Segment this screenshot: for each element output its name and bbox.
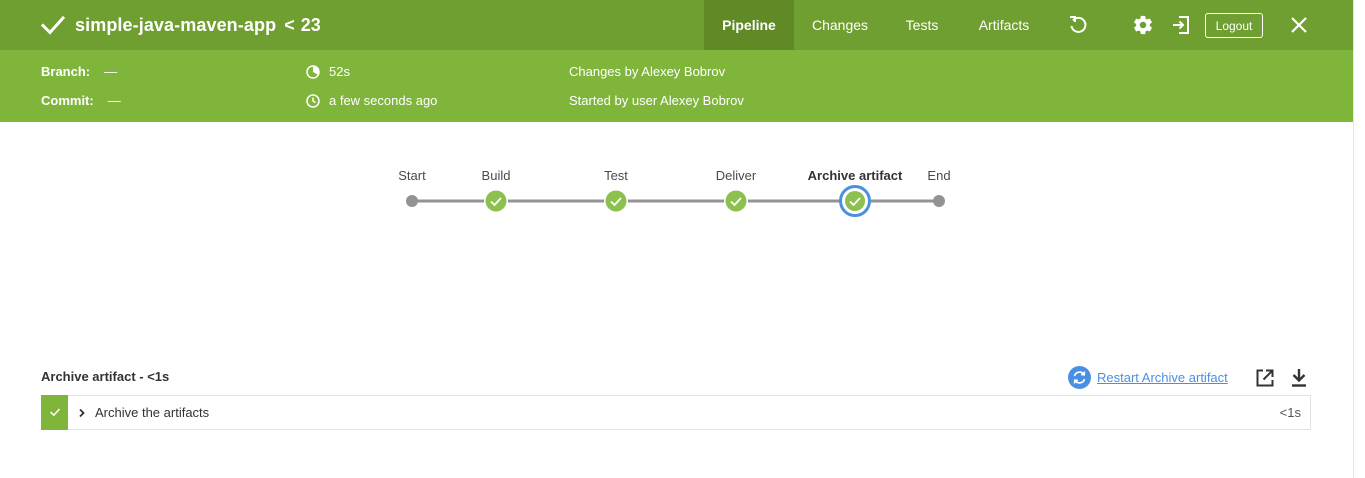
exit-classic-icon[interactable] (1169, 13, 1193, 37)
step-name: Archive the artifacts (95, 405, 210, 420)
restart-icon[interactable] (1068, 366, 1091, 389)
commit-label: Commit: (41, 93, 94, 108)
stage-label-end: End (927, 168, 951, 183)
download-icon[interactable] (1288, 367, 1310, 389)
pipeline-graph: Start Build Test Deliver Archive artifac… (0, 122, 1353, 262)
branch-label: Branch: (41, 64, 91, 79)
stage-label-deliver[interactable]: Deliver (716, 168, 756, 183)
stage-label-test[interactable]: Test (604, 168, 628, 183)
started-by-text: Started by user Alexey Bobrov (569, 93, 744, 108)
duration-icon (306, 64, 320, 79)
pipeline-name[interactable]: simple-java-maven-app (75, 15, 276, 36)
tab-pipeline[interactable]: Pipeline (704, 0, 794, 50)
success-check-icon (49, 408, 60, 417)
clock-icon (306, 93, 320, 108)
title-separator: < (284, 14, 295, 35)
replay-icon[interactable] (1066, 13, 1090, 37)
stage-label-start: Start (398, 168, 426, 183)
stage-label-archive-artifact[interactable]: Archive artifact (808, 168, 903, 183)
pipeline-graph-canvas (406, 185, 945, 217)
stage-node-start (406, 195, 418, 207)
step-duration: <1s (1279, 405, 1301, 420)
stage-label-build[interactable]: Build (482, 168, 511, 183)
tab-changes[interactable]: Changes (794, 0, 886, 50)
duration-value: 52s (329, 64, 350, 79)
changes-text: Changes by Alexey Bobrov (569, 64, 726, 79)
step-row[interactable]: Archive the artifacts <1s (41, 394, 1311, 430)
restart-stage-link[interactable]: Restart Archive artifact (1097, 370, 1228, 385)
top-header: simple-java-maven-app < 23 Pipeline Chan… (0, 0, 1353, 50)
step-panel-title: Archive artifact - <1s (41, 369, 170, 384)
restart-stage[interactable]: Restart Archive artifact (1068, 366, 1228, 389)
stage-node-test[interactable] (604, 189, 628, 213)
chevron-right-icon[interactable] (78, 408, 86, 418)
open-external-icon[interactable] (1254, 367, 1276, 389)
tab-tests[interactable]: Tests (886, 0, 958, 50)
stage-node-build[interactable] (484, 189, 508, 213)
run-number: 23 (300, 14, 321, 35)
run-title: simple-java-maven-app < 23 (40, 0, 321, 50)
started-info: a few seconds ago (306, 93, 437, 108)
branch-info: Branch: — (41, 64, 117, 79)
commit-info: Commit: — (41, 93, 121, 108)
gear-icon[interactable] (1131, 13, 1155, 37)
started-by-info: Started by user Alexey Bobrov (569, 93, 744, 108)
branch-value: — (104, 64, 118, 79)
commit-value: — (107, 93, 121, 108)
close-icon[interactable] (1287, 13, 1311, 37)
logout-button[interactable]: Logout (1205, 13, 1263, 38)
changes-info: Changes by Alexey Bobrov (569, 64, 725, 79)
started-ago: a few seconds ago (329, 93, 438, 108)
checkmark-icon (40, 15, 66, 35)
scrollbar-gutter (1353, 0, 1365, 478)
step-status-success (41, 394, 68, 430)
duration-info: 52s (306, 64, 350, 79)
stage-node-end (933, 195, 945, 207)
tab-artifacts[interactable]: Artifacts (958, 0, 1050, 50)
run-summary: Branch: — Commit: — 52s a few seconds ag… (0, 50, 1353, 122)
stage-node-deliver[interactable] (724, 189, 748, 213)
stage-node-archive-artifact[interactable] (839, 185, 871, 217)
